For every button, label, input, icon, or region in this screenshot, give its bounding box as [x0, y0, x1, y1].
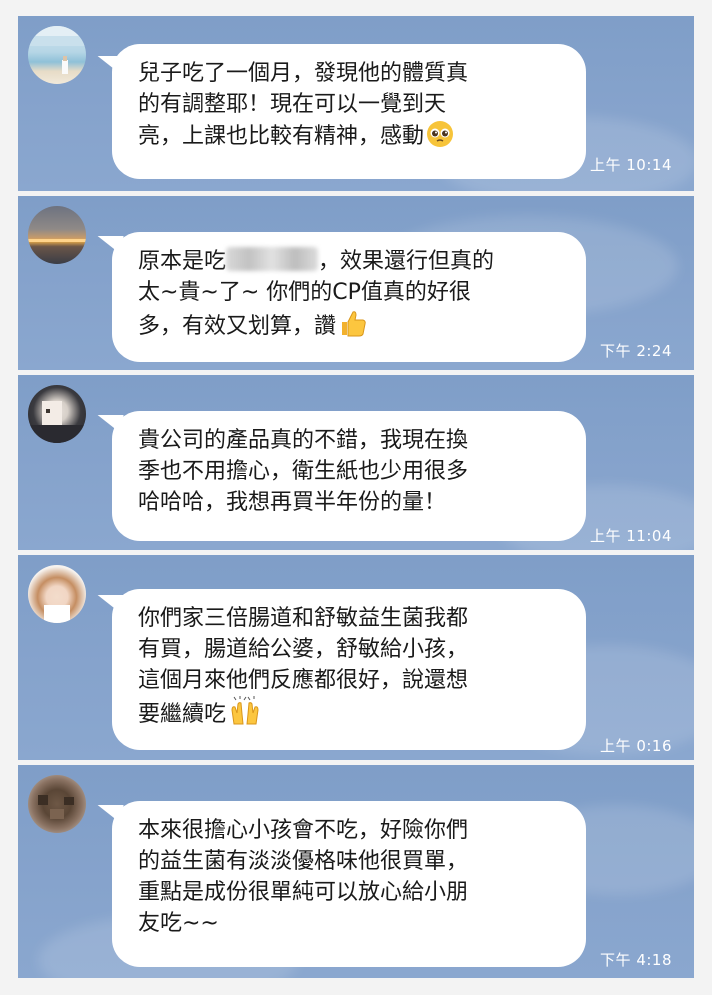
- chat-panel-1: 兒子吃了一個月，發現他的體質真 的有調整耶！現在可以一覺到天 亮，上課也比較有精…: [18, 16, 694, 191]
- avatar[interactable]: [28, 385, 86, 443]
- message-bubble: 原本是吃 ，效果還行但真的 太~貴~了~ 你們的CP值真的好很 多，有效又划算，讚: [112, 232, 586, 362]
- avatar[interactable]: [28, 565, 86, 623]
- message-line: 原本是吃: [138, 249, 227, 274]
- avatar[interactable]: [28, 26, 86, 84]
- chat-panel-2: 原本是吃 ，效果還行但真的 太~貴~了~ 你們的CP值真的好很 多，有效又划算，讚…: [18, 196, 694, 370]
- avatar[interactable]: [28, 206, 86, 264]
- chat-panel-5: 本來很擔心小孩會不吃，好險你們 的益生菌有淡淡優格味他很買單， 重點是成份很單純…: [18, 765, 694, 978]
- blurred-product-name: [226, 247, 319, 271]
- message-line: 重點是成份很單純可以放心給小朋: [138, 880, 469, 905]
- message-bubble: 兒子吃了一個月，發現他的體質真 的有調整耶！現在可以一覺到天 亮，上課也比較有精…: [112, 44, 586, 179]
- message-bubble: 你們家三倍腸道和舒敏益生菌我都 有買，腸道給公婆，舒敏給小孩， 這個月來他們反應…: [112, 589, 586, 750]
- message-line: 要繼續吃: [138, 702, 227, 727]
- message-line: 季也不用擔心，衛生紙也少用很多: [138, 459, 469, 484]
- avatar[interactable]: [28, 775, 86, 833]
- message-line: 本來很擔心小孩會不吃，好險你們: [138, 818, 469, 843]
- message-line: 這個月來他們反應都很好，說還想: [138, 668, 469, 693]
- message-line: 多，有效又划算，讚: [138, 314, 337, 339]
- thumbs-up-icon: [338, 308, 368, 347]
- message-line: 有買，腸道給公婆，舒敏給小孩，: [138, 637, 469, 662]
- message-line: 太~貴~了~ 你們的CP值真的好很: [138, 280, 471, 305]
- message-line: 友吃~~: [138, 911, 219, 936]
- message-time: 上午 0:16: [600, 737, 672, 755]
- message-line: 哈哈哈，我想再買半年份的量！: [138, 490, 447, 515]
- message-bubble: 本來很擔心小孩會不吃，好險你們 的益生菌有淡淡優格味他很買單， 重點是成份很單純…: [112, 801, 586, 967]
- message-line: 貴公司的產品真的不錯，我現在換: [138, 428, 469, 453]
- chat-panel-4: 你們家三倍腸道和舒敏益生菌我都 有買，腸道給公婆，舒敏給小孩， 這個月來他們反應…: [18, 555, 694, 760]
- message-time: 上午 10:14: [590, 156, 672, 174]
- raising-hands-icon: [228, 696, 262, 735]
- pleading-face-icon: [426, 120, 454, 157]
- chat-screenshot-collage: 兒子吃了一個月，發現他的體質真 的有調整耶！現在可以一覺到天 亮，上課也比較有精…: [18, 16, 694, 978]
- message-time: 下午 2:24: [600, 342, 672, 360]
- message-line: ，效果還行但真的: [318, 249, 495, 274]
- chat-panel-3: 貴公司的產品真的不錯，我現在換 季也不用擔心，衛生紙也少用很多 哈哈哈，我想再買…: [18, 375, 694, 550]
- message-line: 的益生菌有淡淡優格味他很買單，: [138, 849, 469, 874]
- message-line: 的有調整耶！現在可以一覺到天: [138, 92, 447, 117]
- message-line: 兒子吃了一個月，發現他的體質真: [138, 61, 469, 86]
- message-line: 你們家三倍腸道和舒敏益生菌我都: [138, 606, 469, 631]
- message-bubble: 貴公司的產品真的不錯，我現在換 季也不用擔心，衛生紙也少用很多 哈哈哈，我想再買…: [112, 411, 586, 541]
- message-time: 上午 11:04: [590, 527, 672, 545]
- message-time: 下午 4:18: [600, 951, 672, 969]
- message-line: 亮，上課也比較有精神，感動: [138, 124, 425, 149]
